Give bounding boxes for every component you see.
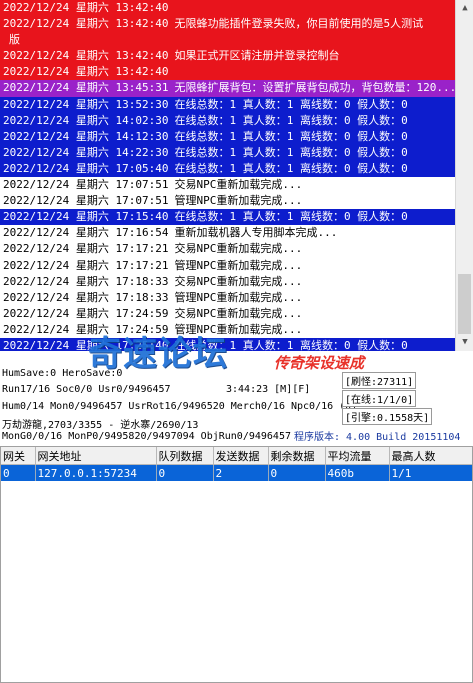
log-message: 版 — [9, 33, 20, 47]
log-timestamp: 2022/12/24 星期六 17:17:21 — [3, 242, 169, 256]
log-timestamp: 2022/12/24 星期六 14:02:30 — [3, 113, 169, 127]
log-message: 无限蜂扩展背包：设置扩展背包成功，背包数量：120... — [174, 81, 455, 95]
log-line: 2022/12/24 星期六 14:22:30 在线总数：1 真人数：1 离线数：… — [0, 144, 455, 161]
log-message: 管理NPC重新加载完成... — [174, 290, 303, 304]
map-text: 万劫游龍,2703/3355 - 逆水寨/2690/13 — [2, 420, 199, 431]
log-line: 2022/12/24 星期六 17:16:54 重新加载机器人专用脚本完成... — [0, 225, 455, 241]
log-line: 2022/12/24 星期六 17:07:51 交易NPC重新加载完成... — [0, 177, 455, 193]
log-timestamp: 2022/12/24 星期六 17:25:40 — [3, 338, 169, 351]
log-timestamp: 2022/12/24 星期六 17:15:40 — [3, 210, 169, 224]
log-line: 2022/12/24 星期六 17:15:40 在线总数：1 真人数：1 离线数：… — [0, 209, 455, 226]
gateway-table[interactable]: 网关 网关地址 队列数据 发送数据 剩余数据 平均流量 最高人数 0 127.0.0.1:57… — [0, 446, 473, 683]
log-line: 2022/12/24 星期六 14:12:30 在线总数：1 真人数：1 离线数：… — [0, 128, 455, 145]
log-message: 管理NPC重新加载完成... — [174, 322, 303, 336]
column-header[interactable]: 队列数据 — [156, 447, 214, 465]
log-message: 交易NPC重新加载完成... — [174, 274, 303, 288]
log-line: 版 — [0, 32, 455, 49]
column-header[interactable]: 剩余数据 — [268, 447, 326, 465]
log-timestamp: 2022/12/24 星期六 14:22:30 — [3, 145, 169, 159]
log-message: 无限蜂功能插件登录失败，你目前使用的是5人测试 — [174, 17, 424, 31]
log-message: 在线总数：1 真人数：1 离线数：0 假人数：0 — [174, 129, 408, 143]
log-message: 交易NPC重新加载完成... — [174, 178, 303, 192]
log-line: 2022/12/24 星期六 13:42:40 无限蜂功能插件登录失败，你目前使用… — [0, 16, 455, 33]
log-message: 在线总数：1 真人数：1 离线数：0 假人数：0 — [174, 145, 408, 159]
log-scrollbar[interactable]: ▲ ▼ — [455, 0, 473, 351]
log-line: 2022/12/24 星期六 14:02:30 在线总数：1 真人数：1 离线数：… — [0, 112, 455, 129]
log-line: 2022/12/24 星期六 17:18:33 交易NPC重新加载完成... — [0, 274, 455, 290]
log-message: 在线总数：1 真人数：1 离线数：0 假人数：0 — [174, 161, 408, 175]
log-panel[interactable]: 2022/12/24 星期六 13:42:40 2022/12/24 星期六 13… — [0, 0, 455, 351]
log-message: 在线总数：1 真人数：1 离线数：0 假人数：0 — [174, 338, 408, 351]
clock-text: 3:44:23 [M][F] — [226, 384, 311, 395]
log-message: 管理NPC重新加载完成... — [174, 194, 303, 208]
log-timestamp: 2022/12/24 星期六 13:52:30 — [3, 97, 169, 111]
brush-monster-counter: [刷怪:27311] — [342, 372, 417, 389]
column-header[interactable]: 平均流量 — [325, 447, 390, 465]
log-timestamp: 2022/12/24 星期六 17:07:51 — [3, 194, 169, 208]
log-line: 2022/12/24 星期六 13:42:40 — [0, 64, 455, 81]
hum-text: Hum0/14 Mon0/9496457 UsrRot16/9496520 Me… — [2, 401, 358, 412]
log-line: 2022/12/24 星期六 13:45:31 无限蜂扩展背包：设置扩展背包成功，… — [0, 80, 455, 97]
table-cell: 0 — [156, 464, 214, 481]
log-message: 在线总数：1 真人数：1 离线数：0 假人数：0 — [174, 210, 408, 224]
log-line: 2022/12/24 星期六 13:52:30 在线总数：1 真人数：1 离线数：… — [0, 96, 455, 113]
mon-text: MonG0/0/16 MonP0/9495820/9497094 ObjRun0… — [2, 431, 291, 442]
scroll-up-icon[interactable]: ▲ — [459, 2, 471, 14]
log-timestamp: 2022/12/24 星期六 17:24:59 — [3, 322, 169, 336]
log-line: 2022/12/24 星期六 17:07:51 管理NPC重新加载完成... — [0, 193, 455, 209]
log-line: 2022/12/24 星期六 17:05:40 在线总数：1 真人数：1 离线数：… — [0, 160, 455, 178]
log-timestamp: 2022/12/24 星期六 13:42:40 — [3, 49, 169, 63]
log-timestamp: 2022/12/24 星期六 13:45:31 — [3, 81, 169, 95]
log-timestamp: 2022/12/24 星期六 17:05:40 — [3, 161, 169, 175]
table-cell: 127.0.0.1:57234 — [35, 464, 157, 481]
log-timestamp: 2022/12/24 星期六 17:17:21 — [3, 258, 169, 272]
column-header[interactable]: 发送数据 — [213, 447, 269, 465]
log-message: 如果正式开区请注册并登录控制台 — [174, 49, 340, 63]
table-cell: 2 — [213, 464, 269, 481]
table-row[interactable]: 0 127.0.0.1:57234 0 2 0 460b 1/1 — [1, 464, 472, 481]
scroll-thumb[interactable] — [458, 274, 471, 334]
log-timestamp: 2022/12/24 星期六 17:18:33 — [3, 274, 169, 288]
log-line: 2022/12/24 星期六 13:42:40 如果正式开区请注册并登录控制台 — [0, 48, 455, 65]
log-timestamp: 2022/12/24 星期六 17:18:33 — [3, 290, 169, 304]
column-header[interactable]: 网关地址 — [35, 447, 157, 465]
log-timestamp: 2022/12/24 星期六 13:42:40 — [3, 1, 169, 14]
table-cell: 1/1 — [389, 464, 472, 481]
log-message: 在线总数：1 真人数：1 离线数：0 假人数：0 — [174, 97, 408, 111]
log-timestamp: 2022/12/24 星期六 13:42:40 — [3, 65, 169, 79]
log-timestamp: 2022/12/24 星期六 17:24:59 — [3, 306, 169, 320]
log-timestamp: 2022/12/24 星期六 14:12:30 — [3, 129, 169, 143]
log-line: 2022/12/24 星期六 17:24:59 交易NPC重新加载完成... — [0, 306, 455, 322]
log-timestamp: 2022/12/24 星期六 17:07:51 — [3, 178, 169, 192]
table-cell: 460b — [325, 464, 390, 481]
log-line: 2022/12/24 星期六 17:24:59 管理NPC重新加载完成... — [0, 322, 455, 338]
log-line: 2022/12/24 星期六 13:42:40 — [0, 0, 455, 17]
log-line: 2022/12/24 星期六 17:18:33 管理NPC重新加载完成... — [0, 290, 455, 306]
log-timestamp: 2022/12/24 星期六 17:16:54 — [3, 226, 169, 240]
log-message: 重新加载机器人专用脚本完成... — [174, 226, 338, 240]
scroll-down-icon[interactable]: ▼ — [459, 336, 471, 348]
log-line: 2022/12/24 星期六 17:17:21 交易NPC重新加载完成... — [0, 241, 455, 257]
table-cell: 0 — [1, 464, 36, 481]
log-message: 在线总数：1 真人数：1 离线数：0 假人数：0 — [174, 113, 408, 127]
log-timestamp: 2022/12/24 星期六 13:42:40 — [3, 17, 169, 31]
column-header[interactable]: 网关 — [1, 447, 36, 465]
column-header[interactable]: 最高人数 — [389, 447, 472, 465]
log-line: 2022/12/24 星期六 17:17:21 管理NPC重新加载完成... — [0, 258, 455, 274]
log-message: 交易NPC重新加载完成... — [174, 306, 303, 320]
status-panel: HumSave:0 HeroSave:0 Run17/16 Soc0/0 Usr… — [0, 368, 473, 446]
online-counter: [在线:1/1/0] — [342, 390, 417, 407]
engine-counter: [引擎:0.1558天] — [342, 408, 433, 425]
program-version: 程序版本: 4.00 Build 20151104 — [294, 432, 461, 443]
log-message: 管理NPC重新加载完成... — [174, 258, 303, 272]
table-cell: 0 — [268, 464, 326, 481]
table-header: 网关 网关地址 队列数据 发送数据 剩余数据 平均流量 最高人数 — [1, 447, 472, 465]
log-message: 交易NPC重新加载完成... — [174, 242, 303, 256]
run-text: Run17/16 Soc0/0 Usr0/9496457 — [2, 384, 171, 395]
log-line: 2022/12/24 星期六 17:25:40 在线总数：1 真人数：1 离线数：… — [0, 337, 455, 351]
humsave-text: HumSave:0 HeroSave:0 — [2, 368, 123, 379]
